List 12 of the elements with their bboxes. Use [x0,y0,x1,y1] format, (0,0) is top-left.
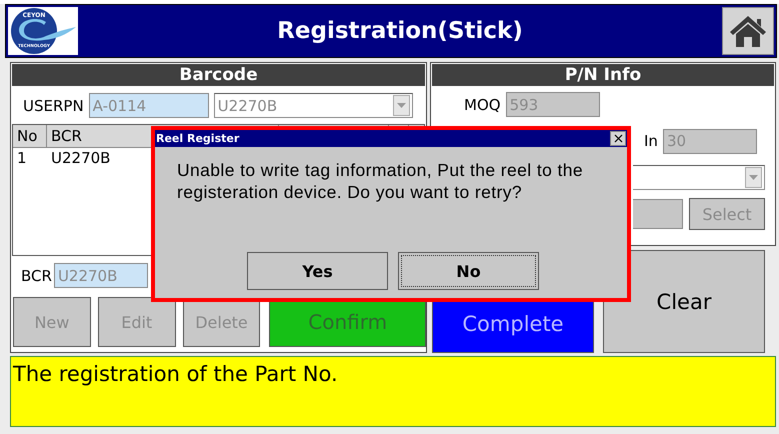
panel-header: Barcode [12,64,425,86]
dialog-message: Unable to write tag information, Put the reel to the registeration device. Do you want to retry? [177,159,584,203]
dialog-title: Reel Register [155,132,240,145]
field-label: BCR [21,266,52,284]
field-label: In [644,132,658,150]
window-title: Registration(Stick) [276,18,524,44]
field-label: USERPN [23,96,84,114]
status-message: The registration of the Part No. [10,356,776,427]
panel-header: P/N Info [432,64,774,86]
field-label: MOQ [464,96,501,114]
table-cell-text: 1 [16,148,28,168]
table-cell-text: U2270B [50,148,112,168]
